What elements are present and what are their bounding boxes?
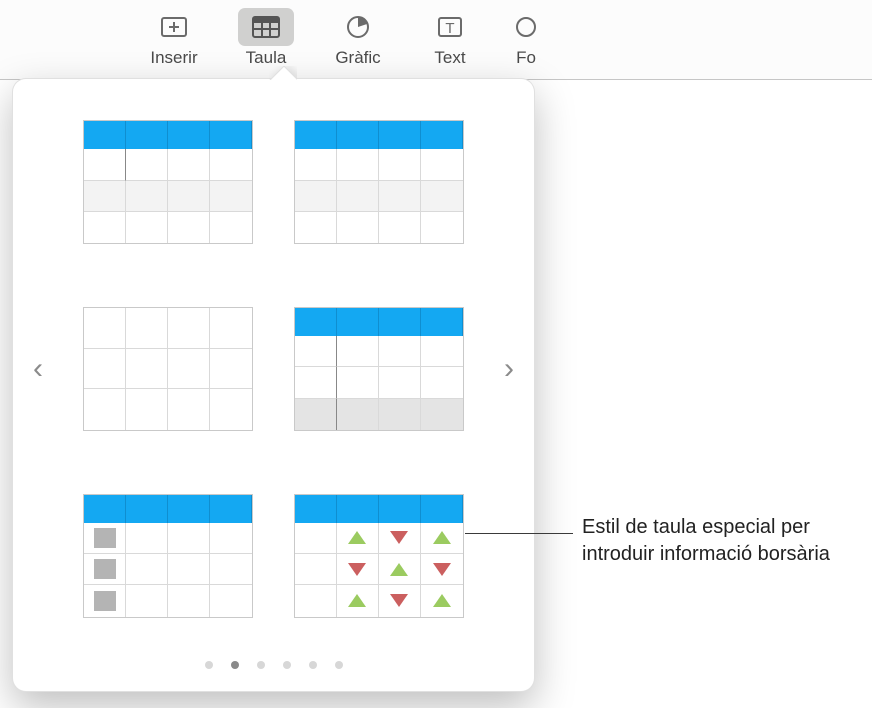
- page-dot[interactable]: [335, 661, 343, 669]
- page-dot[interactable]: [257, 661, 265, 669]
- chevron-right-icon: ›: [504, 354, 514, 384]
- page-dots: [13, 661, 534, 669]
- arrow-down-icon: [390, 594, 408, 607]
- table-style-popover: ‹ ›: [12, 78, 535, 692]
- table-style-5[interactable]: [63, 480, 274, 631]
- page-dot[interactable]: [231, 661, 239, 669]
- swatch-icon: [94, 559, 116, 579]
- table-style-3[interactable]: [63, 294, 274, 445]
- toolbar-chart[interactable]: Gràfic: [312, 8, 404, 68]
- swatch-icon: [94, 591, 116, 611]
- toolbar-table[interactable]: Taula: [220, 8, 312, 68]
- arrow-up-icon: [390, 563, 408, 576]
- arrow-down-icon: [390, 531, 408, 544]
- next-page-button[interactable]: ›: [484, 294, 534, 445]
- toolbar-insert-label: Inserir: [150, 48, 197, 68]
- toolbar-shape-label: Fo: [516, 48, 536, 68]
- arrow-down-icon: [433, 563, 451, 576]
- svg-text:T: T: [445, 20, 454, 37]
- page-dot[interactable]: [309, 661, 317, 669]
- arrow-up-icon: [433, 594, 451, 607]
- table-style-grid: ‹ ›: [13, 107, 534, 631]
- chevron-left-icon: ‹: [33, 354, 43, 384]
- arrow-up-icon: [348, 594, 366, 607]
- popover-arrow: [269, 66, 297, 80]
- table-style-1[interactable]: [63, 107, 274, 258]
- shape-icon: [498, 8, 554, 46]
- arrow-up-icon: [433, 531, 451, 544]
- table-style-4-thumb: [294, 307, 464, 431]
- table-style-stock[interactable]: [274, 480, 485, 631]
- table-style-1-thumb: [83, 120, 253, 244]
- chart-icon: [330, 8, 386, 46]
- table-style-5-thumb: [83, 494, 253, 618]
- text-icon: T: [422, 8, 478, 46]
- toolbar-shape[interactable]: Fo: [496, 8, 556, 68]
- callout-leader-line: [465, 533, 573, 534]
- prev-page-button[interactable]: ‹: [13, 294, 63, 445]
- table-icon: [238, 8, 294, 46]
- toolbar: Inserir Taula Gràfic T Text Fo: [0, 0, 872, 80]
- table-style-3-thumb: [83, 307, 253, 431]
- callout-text: Estil de taula especial per introduir in…: [582, 514, 852, 568]
- swatch-icon: [94, 528, 116, 548]
- page-dot[interactable]: [205, 661, 213, 669]
- toolbar-table-label: Taula: [246, 48, 287, 68]
- table-style-2[interactable]: [274, 107, 485, 258]
- toolbar-chart-label: Gràfic: [335, 48, 380, 68]
- table-style-4[interactable]: [274, 294, 485, 445]
- table-style-stock-thumb: [294, 494, 464, 618]
- arrow-down-icon: [348, 563, 366, 576]
- toolbar-insert[interactable]: Inserir: [128, 8, 220, 68]
- page-dot[interactable]: [283, 661, 291, 669]
- insert-icon: [146, 8, 202, 46]
- table-style-2-thumb: [294, 120, 464, 244]
- arrow-up-icon: [348, 531, 366, 544]
- toolbar-text[interactable]: T Text: [404, 8, 496, 68]
- toolbar-text-label: Text: [434, 48, 465, 68]
